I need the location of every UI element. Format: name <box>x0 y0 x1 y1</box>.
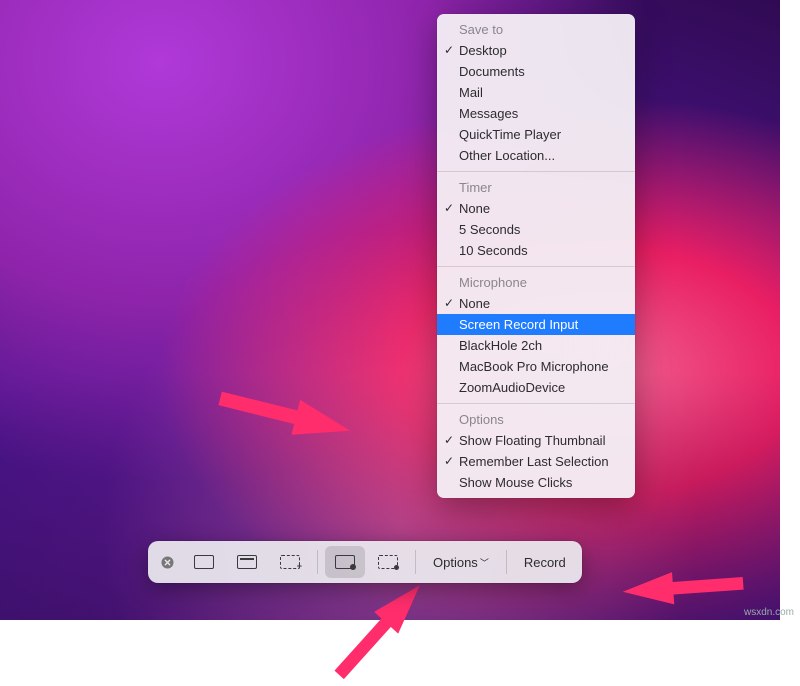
screen-icon <box>194 555 214 569</box>
menu-item-other-location[interactable]: Other Location... <box>437 145 635 166</box>
menu-item-mic-zoom[interactable]: ZoomAudioDevice <box>437 377 635 398</box>
options-button[interactable]: Options ﹀ <box>423 546 499 578</box>
selection-icon <box>280 555 300 569</box>
menu-item-mail[interactable]: Mail <box>437 82 635 103</box>
menu-section-header: Timer <box>437 177 635 198</box>
chevron-down-icon: ﹀ <box>480 556 489 569</box>
menu-item-floating-thumbnail[interactable]: Show Floating Thumbnail <box>437 430 635 451</box>
options-menu: Save to Desktop Documents Mail Messages … <box>437 14 635 498</box>
record-screen-icon <box>335 555 355 569</box>
menu-item-desktop[interactable]: Desktop <box>437 40 635 61</box>
close-button[interactable] <box>158 553 176 571</box>
menu-separator <box>437 171 635 172</box>
menu-item-mic-none[interactable]: None <box>437 293 635 314</box>
menu-section-header: Options <box>437 409 635 430</box>
desktop-wallpaper <box>0 0 800 620</box>
capture-window-button[interactable] <box>227 546 267 578</box>
record-entire-screen-button[interactable] <box>325 546 365 578</box>
page-margin <box>780 0 800 620</box>
record-label: Record <box>524 555 566 570</box>
menu-item-mic-screen-record-input[interactable]: Screen Record Input <box>437 314 635 335</box>
toolbar-separator <box>317 550 318 574</box>
menu-section-header: Save to <box>437 19 635 40</box>
record-button[interactable]: Record <box>514 546 576 578</box>
attribution-text: wsxdn.com <box>744 607 794 618</box>
screenshot-toolbar: Options ﹀ Record <box>148 541 582 583</box>
annotation-arrow <box>622 572 675 608</box>
window-icon <box>237 555 257 569</box>
menu-section-header: Microphone <box>437 272 635 293</box>
menu-item-mic-macbook[interactable]: MacBook Pro Microphone <box>437 356 635 377</box>
record-selection-icon <box>378 555 398 569</box>
menu-item-messages[interactable]: Messages <box>437 103 635 124</box>
menu-item-timer-10s[interactable]: 10 Seconds <box>437 240 635 261</box>
toolbar-separator <box>415 550 416 574</box>
record-mode-group <box>325 546 408 578</box>
menu-item-remember-selection[interactable]: Remember Last Selection <box>437 451 635 472</box>
menu-item-timer-5s[interactable]: 5 Seconds <box>437 219 635 240</box>
close-icon <box>161 556 174 569</box>
menu-item-documents[interactable]: Documents <box>437 61 635 82</box>
menu-separator <box>437 403 635 404</box>
record-selection-button[interactable] <box>368 546 408 578</box>
capture-mode-group <box>184 546 310 578</box>
capture-entire-screen-button[interactable] <box>184 546 224 578</box>
menu-item-timer-none[interactable]: None <box>437 198 635 219</box>
menu-separator <box>437 266 635 267</box>
capture-selection-button[interactable] <box>270 546 310 578</box>
menu-item-mouse-clicks[interactable]: Show Mouse Clicks <box>437 472 635 493</box>
menu-item-quicktime[interactable]: QuickTime Player <box>437 124 635 145</box>
toolbar-separator <box>506 550 507 574</box>
menu-item-mic-blackhole[interactable]: BlackHole 2ch <box>437 335 635 356</box>
options-label: Options <box>433 555 478 570</box>
